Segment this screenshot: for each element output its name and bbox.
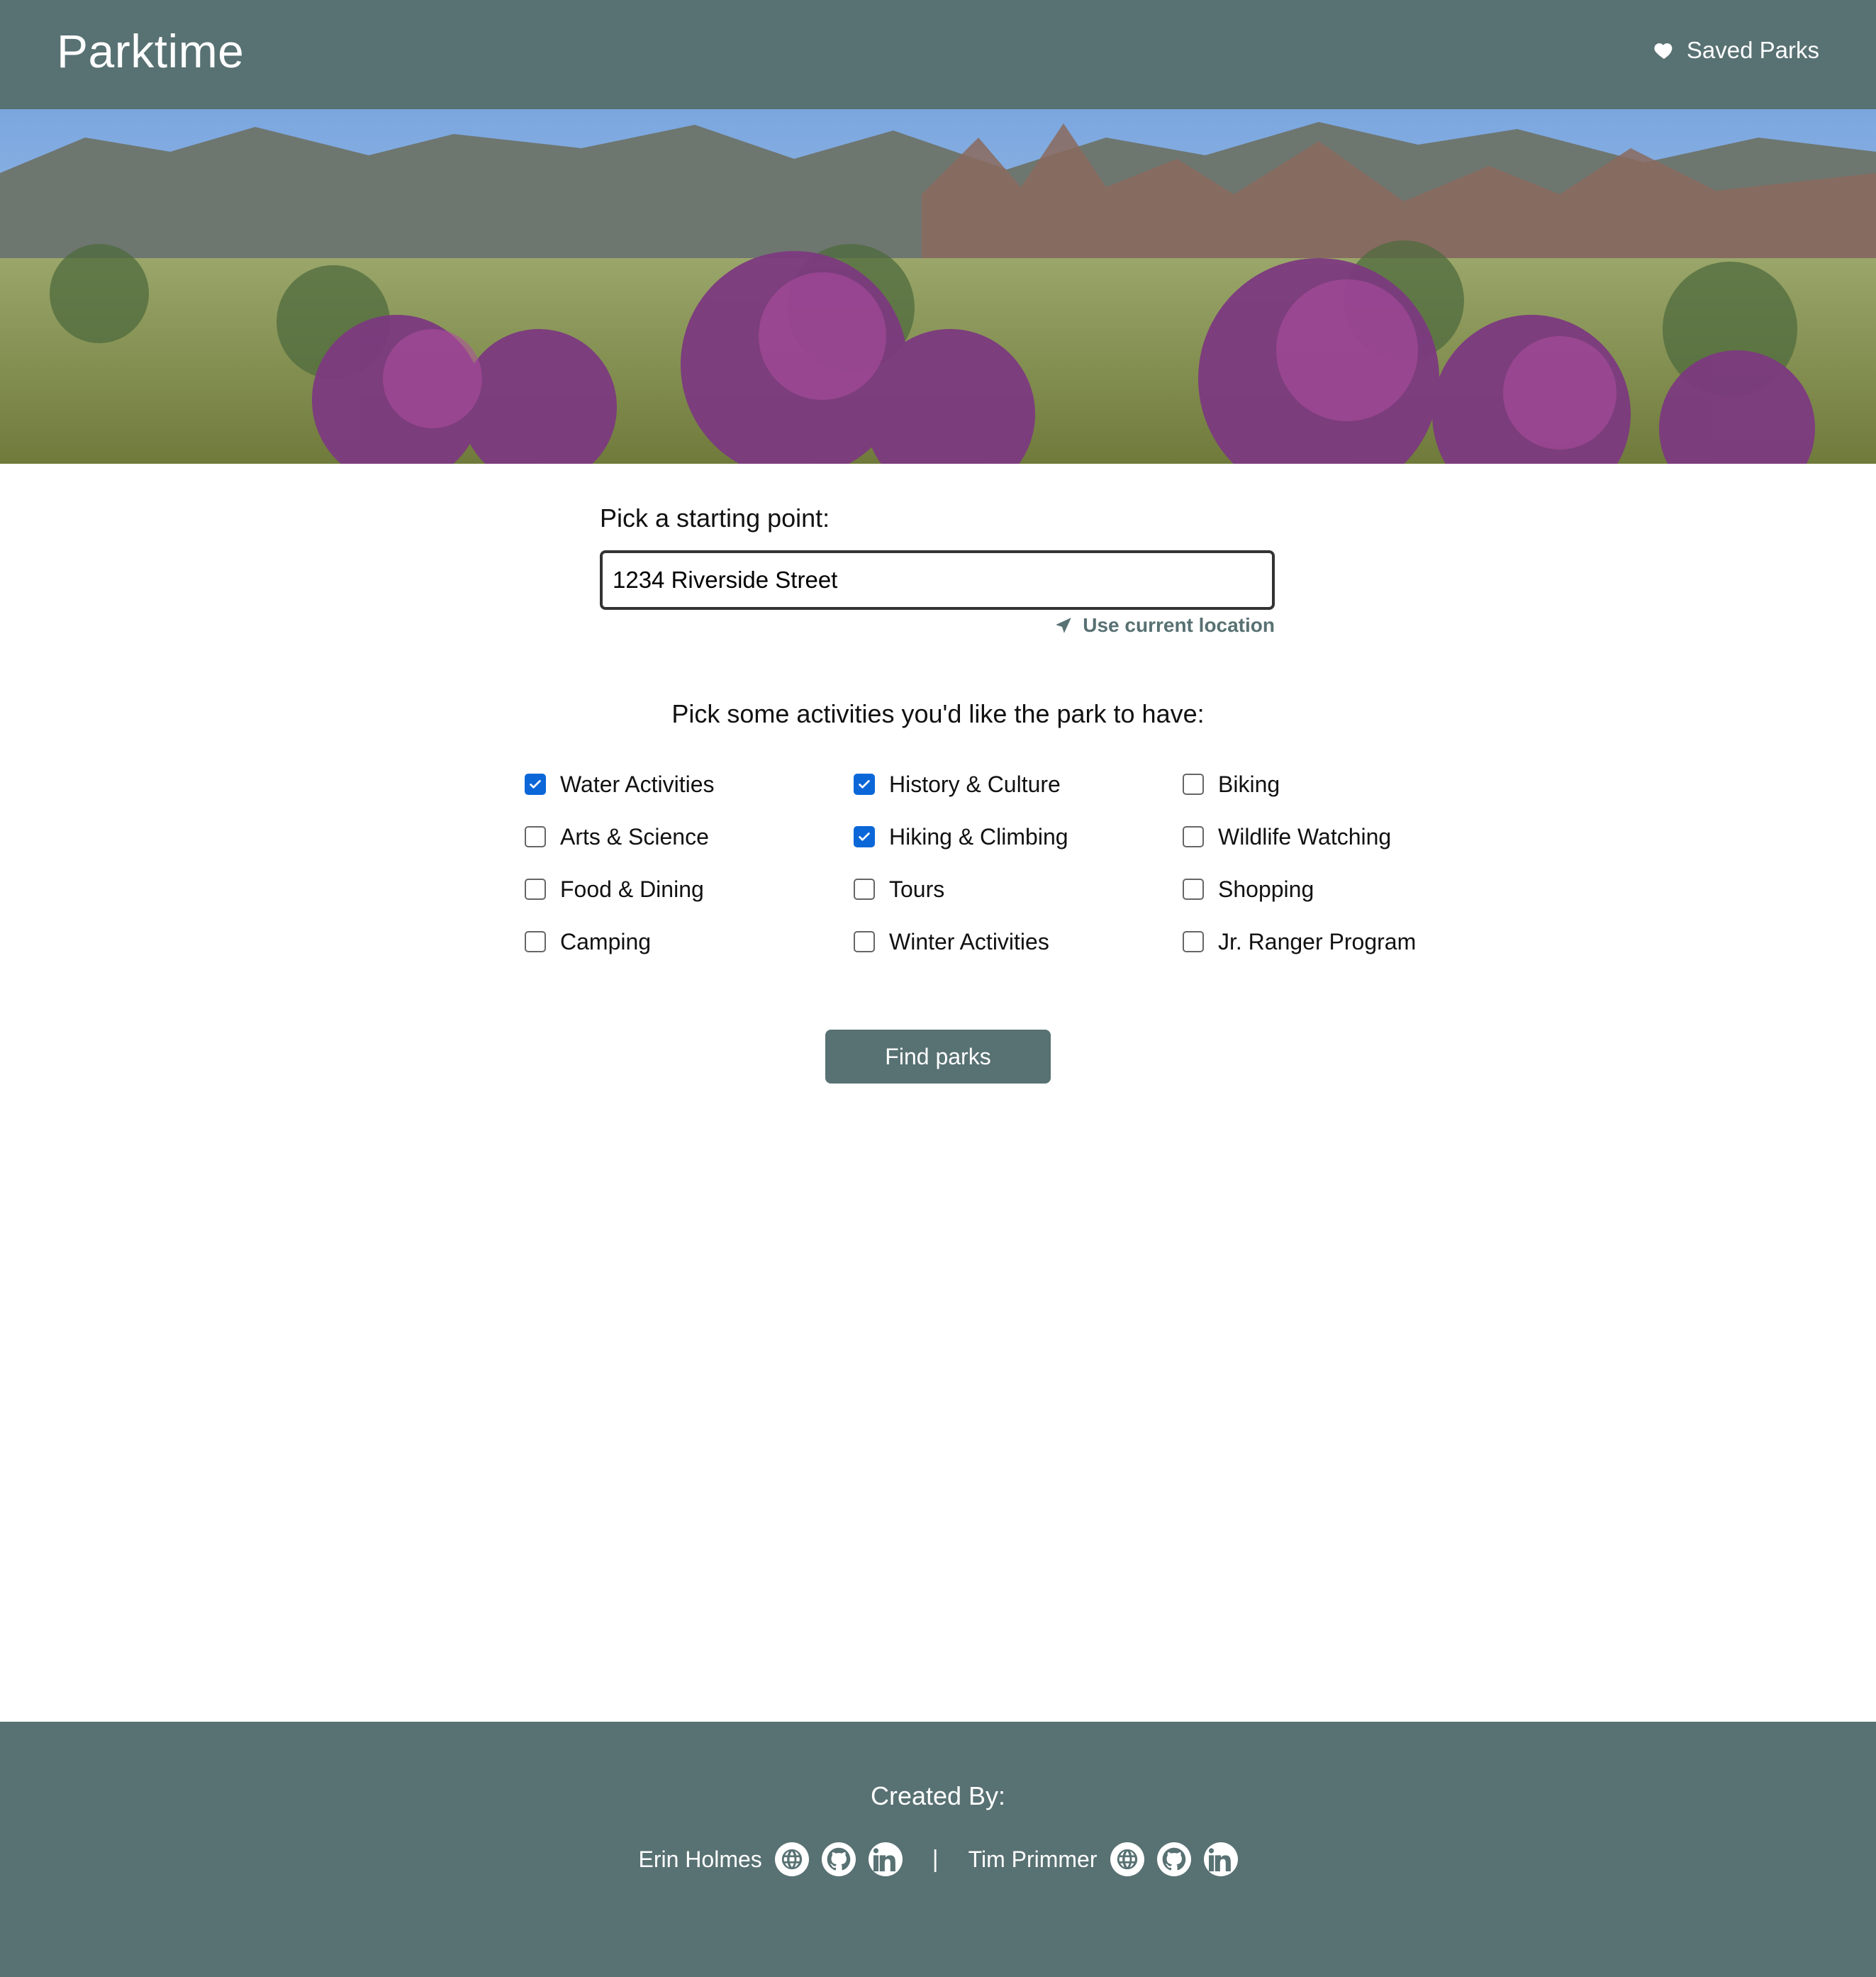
label-jr-ranger-program: Jr. Ranger Program [1218, 928, 1417, 954]
checkbox-history-culture[interactable] [854, 774, 875, 795]
activity-history-culture[interactable]: History & Culture [854, 772, 1183, 797]
label-camping: Camping [560, 928, 652, 954]
activity-water[interactable]: Water Activities [525, 772, 854, 797]
checkbox-food-dining[interactable] [525, 879, 546, 900]
find-parks-button[interactable]: Find parks [825, 1030, 1051, 1084]
saved-parks-link[interactable]: Saved Parks [1653, 37, 1819, 64]
starting-point-label: Pick a starting point: [600, 503, 830, 533]
creators-row: Erin Holmes | Tim Primmer [0, 1842, 1876, 1876]
activity-winter-activities[interactable]: Winter Activities [854, 929, 1183, 954]
checkbox-tours[interactable] [854, 879, 875, 900]
creators-separator: | [932, 1845, 939, 1873]
creator-name: Erin Holmes [638, 1846, 762, 1872]
use-current-location-label: Use current location [1083, 614, 1275, 636]
checkbox-wildlife-watching[interactable] [1183, 826, 1204, 847]
checkbox-water[interactable] [525, 774, 546, 795]
starting-point-input[interactable] [600, 550, 1275, 610]
label-food-dining: Food & Dining [560, 876, 704, 902]
linkedin-icon[interactable] [1203, 1842, 1238, 1876]
heart-icon [1653, 39, 1675, 62]
github-icon[interactable] [1156, 1842, 1191, 1876]
globe-icon[interactable] [1110, 1842, 1144, 1876]
activity-biking[interactable]: Biking [1183, 772, 1446, 797]
use-current-location-link[interactable]: Use current location [1054, 614, 1275, 637]
checkbox-shopping[interactable] [1183, 879, 1204, 900]
creator-name: Tim Primmer [968, 1846, 1098, 1872]
activity-hiking-climbing[interactable]: Hiking & Climbing [854, 824, 1183, 850]
label-shopping: Shopping [1218, 876, 1314, 902]
activity-arts-science[interactable]: Arts & Science [525, 824, 854, 850]
github-icon[interactable] [821, 1842, 856, 1876]
label-hiking-climbing: Hiking & Climbing [889, 823, 1068, 850]
location-arrow-icon [1054, 616, 1073, 635]
checkbox-biking[interactable] [1183, 774, 1204, 795]
footer: Created By: Erin Holmes | Tim Primmer [0, 1722, 1876, 1977]
label-history-culture: History & Culture [889, 771, 1061, 797]
label-winter-activities: Winter Activities [889, 928, 1049, 954]
activity-jr-ranger-program[interactable]: Jr. Ranger Program [1183, 929, 1446, 954]
app-title: Parktime [57, 25, 245, 77]
checkbox-jr-ranger-program[interactable] [1183, 931, 1204, 952]
checkbox-hiking-climbing[interactable] [854, 826, 875, 847]
activity-camping[interactable]: Camping [525, 929, 854, 954]
checkbox-arts-science[interactable] [525, 826, 546, 847]
creator-erin-holmes: Erin Holmes [639, 1842, 903, 1876]
activity-food-dining[interactable]: Food & Dining [525, 876, 854, 902]
activity-wildlife-watching[interactable]: Wildlife Watching [1183, 824, 1446, 850]
label-biking: Biking [1218, 771, 1280, 797]
saved-parks-label: Saved Parks [1686, 37, 1819, 63]
checkbox-winter-activities[interactable] [854, 931, 875, 952]
label-arts-science: Arts & Science [560, 823, 709, 850]
app-header: Parktime Saved Parks [0, 0, 1876, 109]
activity-tours[interactable]: Tours [854, 876, 1183, 902]
linkedin-icon[interactable] [868, 1842, 903, 1876]
activity-shopping[interactable]: Shopping [1183, 876, 1446, 902]
creator-tim-primmer: Tim Primmer [968, 1842, 1238, 1876]
activities-title: Pick some activities you'd like the park… [671, 699, 1205, 728]
created-by-label: Created By: [870, 1781, 1006, 1810]
label-water: Water Activities [560, 771, 715, 797]
hero-image [0, 109, 1876, 464]
activities-grid: Water Activities History & Culture Bikin… [525, 772, 1446, 954]
label-wildlife-watching: Wildlife Watching [1218, 823, 1392, 850]
checkbox-camping[interactable] [525, 931, 546, 952]
globe-icon[interactable] [774, 1842, 809, 1876]
label-tours: Tours [889, 876, 945, 902]
